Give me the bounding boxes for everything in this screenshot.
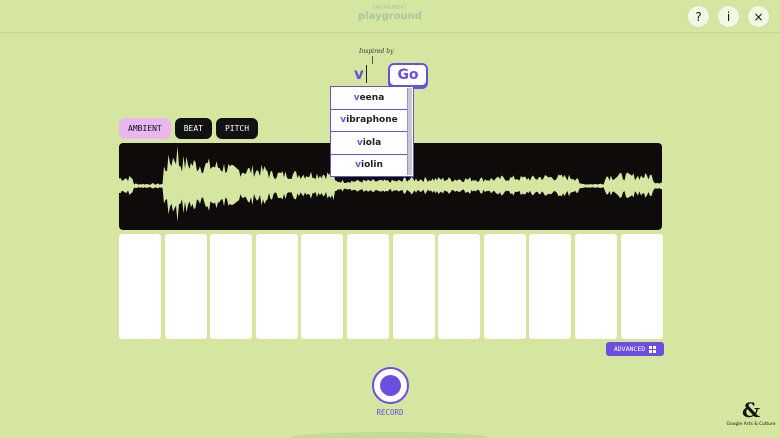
piano-key[interactable] — [255, 234, 298, 339]
close-icon: × — [753, 9, 764, 24]
logo-line-2: playground — [358, 11, 422, 22]
text-caret — [366, 65, 367, 83]
mode-tabs: AMBIENT BEAT PITCH — [119, 118, 259, 139]
piano-key[interactable] — [164, 234, 207, 339]
suggestion-rest: eena — [359, 92, 385, 103]
record-icon — [380, 375, 401, 396]
info-button[interactable]: i — [717, 5, 740, 28]
piano-key[interactable] — [438, 234, 481, 339]
piano-key[interactable] — [575, 234, 617, 339]
piano-key[interactable] — [529, 234, 572, 339]
piano-key[interactable] — [392, 234, 435, 339]
suggestion-dropdown: v eena v ibraphone v iola v iolin — [330, 86, 414, 177]
record-button[interactable] — [372, 367, 409, 404]
suggestion-viola[interactable]: v iola — [331, 132, 407, 155]
info-icon: i — [726, 9, 731, 24]
suggestion-rest: iolin — [361, 160, 383, 171]
ga-brand-text: Google Arts & Culture — [726, 422, 776, 427]
suggestion-rest: ibraphone — [346, 115, 398, 126]
go-button[interactable]: Go — [388, 63, 428, 87]
suggestion-vibraphone[interactable]: v ibraphone — [331, 110, 407, 132]
app-logo[interactable]: INSTRUMENT playground — [350, 6, 430, 22]
suggestion-rest: iola — [362, 137, 382, 148]
help-icon: ? — [695, 9, 702, 24]
ga-mark-icon: & — [741, 398, 761, 422]
grid-icon — [649, 345, 657, 353]
piano-key[interactable] — [301, 234, 344, 339]
record-label: RECORD — [376, 408, 404, 417]
help-button[interactable]: ? — [687, 5, 710, 28]
tab-ambient[interactable]: AMBIENT — [119, 118, 171, 139]
instrument-search-input[interactable] — [348, 63, 386, 85]
advanced-label: ADVANCED — [613, 345, 646, 353]
bottom-panel-edge — [290, 432, 490, 438]
dropdown-scroll-thumb[interactable] — [408, 88, 412, 175]
suggestion-veena[interactable]: v eena — [331, 87, 407, 110]
piano-key[interactable] — [210, 234, 253, 339]
piano-key[interactable] — [119, 234, 161, 339]
top-bar: INSTRUMENT playground ? i × — [0, 0, 780, 33]
suggestion-violin[interactable]: v iolin — [331, 155, 407, 177]
advanced-button[interactable]: ADVANCED — [606, 342, 664, 356]
tab-pitch[interactable]: PITCH — [215, 118, 259, 139]
tab-beat[interactable]: BEAT — [174, 118, 212, 139]
keyboard — [119, 234, 663, 339]
piano-key[interactable] — [483, 234, 526, 339]
dropdown-scrollbar[interactable] — [407, 88, 412, 175]
google-arts-culture-logo[interactable]: & Google Arts & Culture — [726, 400, 776, 427]
inspired-by-label: Inspired by — [359, 48, 394, 55]
piano-key[interactable] — [620, 234, 663, 339]
piano-key[interactable] — [347, 234, 389, 339]
close-button[interactable]: × — [747, 5, 770, 28]
